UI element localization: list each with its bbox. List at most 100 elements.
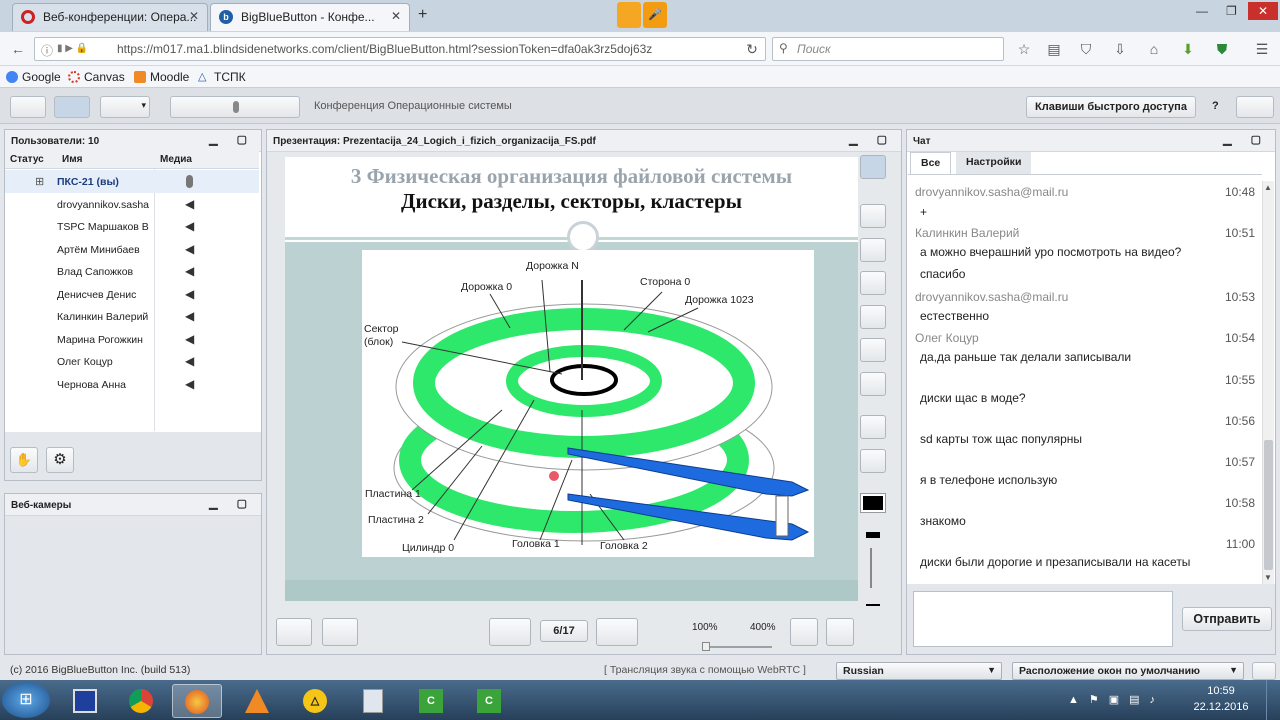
microphone-icon[interactable]: 🎤	[643, 2, 667, 28]
menu-icon[interactable]: ☰	[1254, 41, 1270, 57]
user-name: Чернова Анна	[57, 378, 126, 391]
settings-button[interactable]: ⚙	[46, 447, 74, 473]
taskbar-archicad[interactable]: △	[290, 684, 340, 718]
tab-all[interactable]: Все	[910, 152, 952, 174]
minimize-window-button[interactable]: —	[1196, 4, 1208, 18]
user-row[interactable]: Олег Коцур ◀	[5, 350, 259, 373]
url-field[interactable]: ⓘ ▮ ▶ 🔒 https://m017.ma1.blindsidenetwor…	[34, 37, 766, 61]
shield-icon[interactable]: ⛊	[1214, 41, 1230, 57]
whiteboard-line-tool[interactable]	[860, 338, 886, 362]
tab-veb-conferences[interactable]: Веб-конференции: Опера... ✕	[12, 3, 208, 31]
scroll-down-icon[interactable]: ▼	[1264, 573, 1272, 582]
reload-icon[interactable]: ↻	[744, 41, 760, 57]
scroll-up-icon[interactable]: ▲	[1264, 183, 1272, 192]
column-name[interactable]: Имя	[62, 154, 82, 165]
panel-window-controls[interactable]: ▁ ▢	[209, 133, 255, 146]
bookmark-canvas[interactable]: Canvas	[68, 70, 125, 84]
taskbar-save-app[interactable]	[60, 684, 110, 718]
fit-width-button[interactable]	[790, 618, 818, 646]
user-row[interactable]: Чернова Анна ◀	[5, 373, 259, 396]
windows-start-button[interactable]: ⊞	[2, 682, 50, 718]
taskbar-camtasia-1[interactable]: C	[406, 684, 456, 718]
raise-hand-button[interactable]: ✋	[10, 447, 38, 473]
new-tab-button[interactable]: +	[418, 6, 427, 24]
system-tray-icons[interactable]: ▲⚑▣▤♪	[1068, 693, 1165, 706]
layout-select[interactable]: Расположение окон по умолчанию ▼	[1012, 662, 1244, 680]
chat-message-input[interactable]	[913, 591, 1173, 647]
taskbar-vlc[interactable]	[232, 684, 282, 718]
whiteboard-ellipse-tool[interactable]	[860, 271, 886, 295]
shortcut-keys-button[interactable]: Клавиши быстрого доступа	[1026, 96, 1196, 118]
taskbar-camtasia-2[interactable]: C	[464, 684, 514, 718]
user-row[interactable]: Калинкин Валерий ◀	[5, 305, 259, 328]
user-row[interactable]: ⊞ ПКС-21 (вы)	[5, 170, 259, 193]
user-row[interactable]: Артём Минибаев ◀	[5, 238, 259, 261]
column-media[interactable]: Медиа	[160, 154, 192, 165]
user-row[interactable]: TSPC Маршаков В ◀	[5, 215, 259, 238]
close-icon[interactable]: ✕	[189, 9, 199, 23]
chat-scrollbar-thumb[interactable]	[1264, 440, 1273, 570]
whiteboard-text-tool[interactable]	[860, 372, 886, 396]
panel-window-controls[interactable]: ▁ ▢	[209, 497, 255, 510]
desktop-share-button[interactable]: ▾	[100, 96, 150, 118]
speaker-icon: ◀	[185, 354, 195, 368]
download-icon[interactable]: ⇩	[1112, 41, 1128, 57]
language-select[interactable]: Russian ▼	[836, 662, 1002, 680]
webcam-button[interactable]	[54, 96, 90, 118]
panel-window-controls[interactable]: ▁ ▢	[849, 133, 895, 146]
home-icon[interactable]: ⌂	[1146, 41, 1162, 57]
green-arrow-icon[interactable]: ⬇	[1180, 41, 1196, 57]
color-picker[interactable]	[860, 493, 886, 513]
previous-slide-button[interactable]	[489, 618, 531, 646]
user-row[interactable]: Влад Сапожков ◀	[5, 260, 259, 283]
back-arrow-icon[interactable]: ←	[10, 41, 26, 57]
poll-button[interactable]	[322, 618, 358, 646]
close-window-button[interactable]: ✕	[1248, 2, 1278, 20]
zoom-slider-thumb[interactable]	[702, 642, 710, 651]
tab-bigbluebutton[interactable]: b BigBlueButton - Конфе... ✕	[210, 3, 410, 31]
show-desktop-button[interactable]	[1266, 680, 1280, 720]
column-status[interactable]: Статус	[10, 154, 44, 165]
bookmark-google[interactable]: Google	[6, 70, 61, 84]
pocket-icon[interactable]: ⛉	[1078, 41, 1094, 57]
search-input[interactable]: ⚲ Поиск	[772, 37, 1004, 61]
clock-time[interactable]: 10:59	[1190, 685, 1252, 697]
user-row[interactable]: drovyannikov.sasha ◀	[5, 193, 259, 216]
whiteboard-undo-tool[interactable]	[860, 415, 886, 439]
whiteboard-triangle-tool[interactable]	[860, 305, 886, 329]
taskbar-calculator[interactable]	[348, 684, 398, 718]
whiteboard-rectangle-tool[interactable]	[860, 238, 886, 262]
clock-date[interactable]: 22.12.2016	[1190, 701, 1252, 713]
panel-window-controls[interactable]: ▁ ▢	[1223, 133, 1269, 146]
firefox-icon[interactable]	[617, 2, 641, 28]
close-icon[interactable]: ✕	[391, 9, 401, 23]
bookmark-tspk[interactable]: △ ТСПК	[198, 70, 246, 84]
copyright-text[interactable]: (c) 2016 BigBlueButton Inc. (build 513)	[10, 664, 190, 676]
maximize-window-button[interactable]: ❐	[1226, 4, 1237, 18]
upload-presentation-button[interactable]	[276, 618, 312, 646]
help-button[interactable]: ?	[1212, 100, 1219, 112]
audio-button[interactable]	[10, 96, 46, 118]
whiteboard-pan-tool[interactable]	[860, 155, 886, 179]
user-row[interactable]: Марина Рогожкин ◀	[5, 328, 259, 351]
send-button[interactable]: Отправить	[1182, 607, 1272, 631]
page-indicator-button[interactable]: 6/17	[540, 620, 588, 642]
reading-list-icon[interactable]: ▤	[1046, 41, 1062, 57]
layout-apply-button[interactable]	[1252, 662, 1276, 680]
taskbar-chrome[interactable]	[116, 684, 166, 718]
whiteboard-pencil-tool[interactable]	[860, 204, 886, 228]
logout-button[interactable]	[1236, 96, 1274, 118]
bookmark-moodle[interactable]: Moodle	[134, 70, 189, 84]
bookmarks-bar: Google Canvas Moodle △ ТСПК	[0, 66, 1280, 88]
user-row[interactable]: Денисчев Денис ◀	[5, 283, 259, 306]
next-slide-button[interactable]	[596, 618, 638, 646]
speaker-icon: ◀	[185, 376, 195, 391]
zoom-slider[interactable]	[704, 646, 772, 648]
star-icon[interactable]: ☆	[1016, 41, 1032, 57]
whiteboard-clear-tool[interactable]	[860, 449, 886, 473]
fit-page-button[interactable]	[826, 618, 854, 646]
tab-settings[interactable]: Настройки	[956, 152, 1032, 174]
taskbar-firefox[interactable]	[172, 684, 222, 718]
recording-button[interactable]	[170, 96, 300, 118]
thickness-slider[interactable]	[870, 548, 872, 588]
